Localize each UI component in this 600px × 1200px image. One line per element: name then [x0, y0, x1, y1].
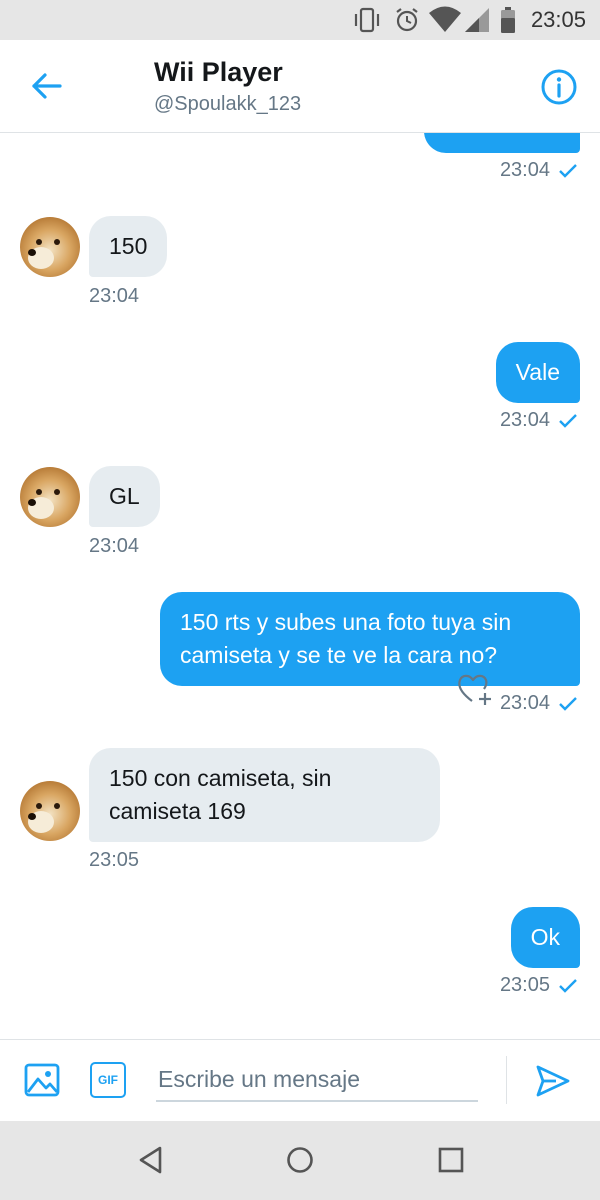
conversation-header: Wii Player @Spoulakk_123	[0, 40, 600, 133]
message-timestamp: 23:05	[500, 974, 578, 997]
message-list[interactable]: 23:04 150 23:04 Vale 23:04 GL 23:04 150 …	[0, 133, 600, 1039]
image-icon[interactable]	[24, 1062, 60, 1098]
message-bubble-outgoing[interactable]	[424, 133, 580, 153]
message-timestamp: 23:04	[89, 535, 140, 557]
avatar[interactable]	[20, 781, 80, 841]
message-timestamp: 23:04	[500, 409, 578, 432]
avatar[interactable]	[20, 217, 80, 277]
message-timestamp: 23:04	[500, 159, 578, 182]
wifi-icon	[429, 6, 461, 32]
arrow-left-icon[interactable]	[28, 68, 64, 104]
message-bubble-incoming[interactable]: 150	[89, 216, 168, 277]
conversation-title[interactable]: Wii Player	[154, 57, 283, 88]
nav-back-icon[interactable]	[136, 1145, 166, 1175]
avatar[interactable]	[20, 467, 80, 527]
message-composer: GIF	[0, 1039, 600, 1121]
nav-recents-icon[interactable]	[436, 1145, 466, 1175]
message-bubble-outgoing[interactable]: 150 rts y subes una foto tuya sin camise…	[160, 592, 580, 686]
read-check-icon	[559, 163, 577, 178]
message-timestamp: 23:05	[89, 849, 140, 871]
message-bubble-incoming[interactable]: GL	[89, 466, 160, 527]
read-check-icon	[559, 696, 577, 711]
alarm-icon	[396, 8, 418, 32]
status-time: 23:05	[530, 7, 586, 32]
message-input[interactable]	[156, 1058, 478, 1102]
conversation-handle: @Spoulakk_123	[154, 93, 302, 115]
heart-add-icon[interactable]	[456, 671, 494, 707]
status-bar: 23:05	[0, 0, 600, 40]
vibrate-icon	[354, 7, 380, 33]
info-icon[interactable]	[540, 68, 578, 106]
nav-home-icon[interactable]	[285, 1145, 315, 1175]
signal-icon	[465, 8, 489, 32]
battery-icon	[501, 7, 515, 33]
read-check-icon	[559, 413, 577, 428]
gif-button[interactable]: GIF	[90, 1062, 126, 1098]
message-timestamp: 23:04	[500, 692, 578, 715]
send-icon[interactable]	[534, 1062, 572, 1100]
message-timestamp: 23:04	[89, 285, 140, 307]
message-bubble-outgoing[interactable]: Vale	[495, 342, 580, 403]
read-check-icon	[559, 978, 577, 993]
system-nav-bar	[0, 1121, 600, 1200]
message-bubble-outgoing[interactable]: Ok	[510, 907, 580, 968]
message-bubble-incoming[interactable]: 150 con camiseta, sin camiseta 169	[89, 748, 440, 842]
divider	[506, 1056, 507, 1104]
